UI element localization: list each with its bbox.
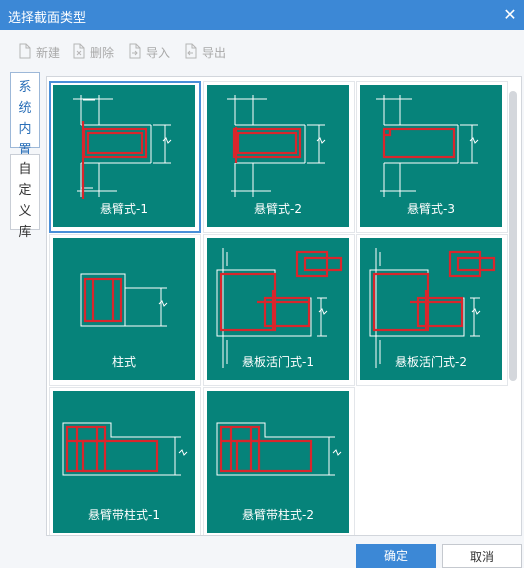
new-button[interactable]: 新建	[18, 42, 64, 60]
new-button-label: 新建	[36, 46, 61, 60]
section-tile-label: 悬板活门式-1	[242, 355, 314, 369]
vertical-scrollbar[interactable]	[509, 91, 517, 381]
toolbar: 新建 删除 导入 导出	[0, 36, 524, 64]
dialog-title: 选择截面类型	[8, 11, 87, 26]
tab-custom-library-label: 自定义库	[18, 162, 32, 240]
confirm-button[interactable]: 确定	[356, 544, 436, 568]
section-tile-label: 悬板活门式-2	[395, 355, 467, 369]
import-file-icon	[129, 43, 141, 59]
delete-button-label: 删除	[90, 46, 115, 60]
section-tile-column[interactable]: 柱式	[49, 234, 201, 386]
section-type-grid: 悬臂式-1 悬臂式-2 悬臂式-3 柱式 悬板活门式-1 悬板活门式-2 悬臂带…	[46, 76, 522, 536]
section-tile-label: 悬臂式-2	[254, 202, 302, 216]
export-button-label: 导出	[202, 46, 227, 60]
section-tile-label: 悬臂式-1	[100, 202, 148, 216]
section-thumbnail: 悬臂式-1	[53, 85, 195, 227]
section-thumbnail: 悬臂式-3	[360, 85, 502, 227]
section-tile-cantilever-1[interactable]: 悬臂式-1	[49, 81, 201, 233]
section-thumbnail: 悬板活门式-1	[207, 238, 349, 380]
section-thumbnail: 悬臂式-2	[207, 85, 349, 227]
section-thumbnail: 悬臂带柱式-2	[207, 391, 349, 533]
import-button[interactable]: 导入	[128, 42, 174, 60]
section-thumbnail: 柱式	[53, 238, 195, 380]
section-tile-flap-door-2[interactable]: 悬板活门式-2	[356, 234, 508, 386]
section-tile-label: 悬臂式-3	[407, 202, 455, 216]
delete-file-icon	[73, 43, 85, 59]
import-button-label: 导入	[146, 46, 171, 60]
section-tile-label: 柱式	[111, 355, 136, 369]
title-bar: 选择截面类型 ✕	[0, 0, 524, 30]
section-tile-cantilever-2[interactable]: 悬臂式-2	[203, 81, 355, 233]
tab-system-builtin[interactable]: 系统内置	[10, 72, 40, 158]
section-tile-label: 悬臂带柱式-1	[88, 508, 160, 522]
section-tile-label: 悬臂带柱式-2	[242, 508, 314, 522]
section-tile-cantilever-3[interactable]: 悬臂式-3	[356, 81, 508, 233]
export-file-icon	[185, 43, 197, 59]
close-icon[interactable]: ✕	[498, 0, 522, 30]
section-tile-flap-door-1[interactable]: 悬板活门式-1	[203, 234, 355, 386]
new-file-icon	[19, 43, 31, 59]
section-thumbnail: 悬臂带柱式-1	[53, 391, 195, 533]
delete-button[interactable]: 删除	[72, 42, 118, 60]
tab-system-builtin-label: 系统内置	[18, 80, 32, 158]
cancel-button[interactable]: 取消	[442, 544, 522, 568]
section-thumbnail: 悬板活门式-2	[360, 238, 502, 380]
tab-custom-library[interactable]: 自定义库	[10, 154, 40, 240]
export-button[interactable]: 导出	[184, 42, 230, 60]
section-tile-cantilever-column-2[interactable]: 悬臂带柱式-2	[203, 387, 355, 535]
section-tile-cantilever-column-1[interactable]: 悬臂带柱式-1	[49, 387, 201, 535]
